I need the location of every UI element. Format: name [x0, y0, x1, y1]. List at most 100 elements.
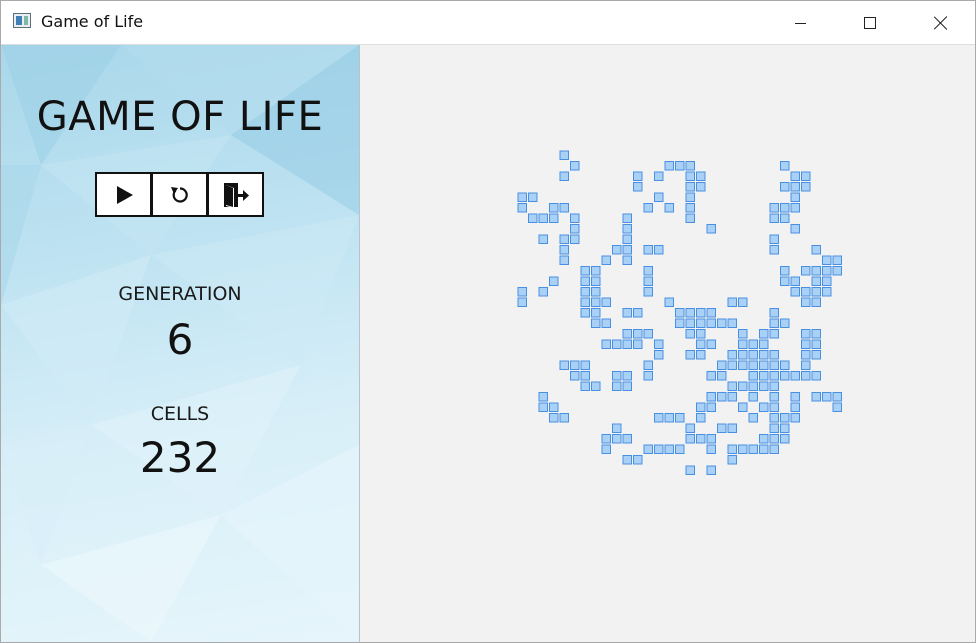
live-cell[interactable]: [790, 402, 800, 412]
live-cell[interactable]: [654, 339, 664, 349]
live-cell[interactable]: [811, 350, 821, 360]
live-cell[interactable]: [612, 339, 622, 349]
live-cell[interactable]: [822, 255, 832, 265]
live-cell[interactable]: [538, 402, 548, 412]
live-cell[interactable]: [738, 339, 748, 349]
live-cell[interactable]: [591, 381, 601, 391]
live-cell[interactable]: [811, 276, 821, 286]
live-cell[interactable]: [769, 413, 779, 423]
live-cell[interactable]: [727, 455, 737, 465]
live-cell[interactable]: [780, 434, 790, 444]
live-cell[interactable]: [706, 339, 716, 349]
live-cell[interactable]: [643, 276, 653, 286]
live-cell[interactable]: [706, 434, 716, 444]
live-cell[interactable]: [601, 339, 611, 349]
live-cell[interactable]: [559, 245, 569, 255]
live-cell[interactable]: [633, 339, 643, 349]
live-cell[interactable]: [738, 360, 748, 370]
live-cell[interactable]: [612, 381, 622, 391]
live-cell[interactable]: [685, 329, 695, 339]
live-cell[interactable]: [580, 276, 590, 286]
live-cell[interactable]: [559, 255, 569, 265]
live-cell[interactable]: [696, 308, 706, 318]
maximize-button[interactable]: [847, 1, 893, 44]
live-cell[interactable]: [717, 423, 727, 433]
live-cell[interactable]: [790, 413, 800, 423]
live-cell[interactable]: [727, 297, 737, 307]
live-cell[interactable]: [601, 318, 611, 328]
exit-button[interactable]: [207, 172, 264, 217]
live-cell[interactable]: [633, 455, 643, 465]
live-cell[interactable]: [643, 329, 653, 339]
live-cell[interactable]: [706, 318, 716, 328]
live-cell[interactable]: [696, 318, 706, 328]
live-cell[interactable]: [612, 423, 622, 433]
live-cell[interactable]: [759, 371, 769, 381]
live-cell[interactable]: [685, 350, 695, 360]
live-cell[interactable]: [696, 339, 706, 349]
live-cell[interactable]: [622, 434, 632, 444]
live-cell[interactable]: [801, 371, 811, 381]
live-cell[interactable]: [664, 203, 674, 213]
live-cell[interactable]: [706, 308, 716, 318]
live-cell[interactable]: [517, 192, 527, 202]
live-cell[interactable]: [591, 276, 601, 286]
live-cell[interactable]: [580, 297, 590, 307]
live-cell[interactable]: [790, 392, 800, 402]
live-cell[interactable]: [801, 339, 811, 349]
live-cell[interactable]: [769, 318, 779, 328]
live-cell[interactable]: [769, 234, 779, 244]
live-cell[interactable]: [780, 161, 790, 171]
live-cell[interactable]: [685, 308, 695, 318]
live-cell[interactable]: [748, 392, 758, 402]
live-cell[interactable]: [769, 371, 779, 381]
live-cell[interactable]: [570, 161, 580, 171]
live-cell[interactable]: [801, 266, 811, 276]
live-cell[interactable]: [696, 171, 706, 181]
life-board[interactable]: [360, 45, 975, 642]
live-cell[interactable]: [769, 213, 779, 223]
live-cell[interactable]: [738, 350, 748, 360]
live-cell[interactable]: [517, 287, 527, 297]
live-cell[interactable]: [633, 171, 643, 181]
live-cell[interactable]: [696, 413, 706, 423]
live-cell[interactable]: [622, 455, 632, 465]
live-cell[interactable]: [822, 392, 832, 402]
live-cell[interactable]: [570, 371, 580, 381]
live-cell[interactable]: [801, 287, 811, 297]
live-cell[interactable]: [790, 171, 800, 181]
live-cell[interactable]: [738, 297, 748, 307]
live-cell[interactable]: [780, 318, 790, 328]
live-cell[interactable]: [748, 350, 758, 360]
live-cell[interactable]: [654, 245, 664, 255]
live-cell[interactable]: [790, 224, 800, 234]
live-cell[interactable]: [685, 434, 695, 444]
live-cell[interactable]: [528, 192, 538, 202]
live-cell[interactable]: [801, 297, 811, 307]
live-cell[interactable]: [664, 161, 674, 171]
live-cell[interactable]: [780, 423, 790, 433]
live-cell[interactable]: [528, 213, 538, 223]
live-cell[interactable]: [664, 413, 674, 423]
live-cell[interactable]: [622, 329, 632, 339]
live-cell[interactable]: [633, 308, 643, 318]
live-cell[interactable]: [801, 329, 811, 339]
live-cell[interactable]: [738, 402, 748, 412]
live-cell[interactable]: [696, 434, 706, 444]
live-cell[interactable]: [811, 329, 821, 339]
live-cell[interactable]: [769, 203, 779, 213]
live-cell[interactable]: [738, 381, 748, 391]
live-cell[interactable]: [643, 371, 653, 381]
live-cell[interactable]: [601, 434, 611, 444]
live-cell[interactable]: [549, 213, 559, 223]
live-cell[interactable]: [738, 444, 748, 454]
live-cell[interactable]: [654, 350, 664, 360]
live-cell[interactable]: [832, 266, 842, 276]
live-cell[interactable]: [685, 465, 695, 475]
live-cell[interactable]: [717, 360, 727, 370]
close-button[interactable]: [918, 1, 964, 44]
live-cell[interactable]: [591, 308, 601, 318]
live-cell[interactable]: [811, 371, 821, 381]
live-cell[interactable]: [769, 402, 779, 412]
live-cell[interactable]: [622, 381, 632, 391]
